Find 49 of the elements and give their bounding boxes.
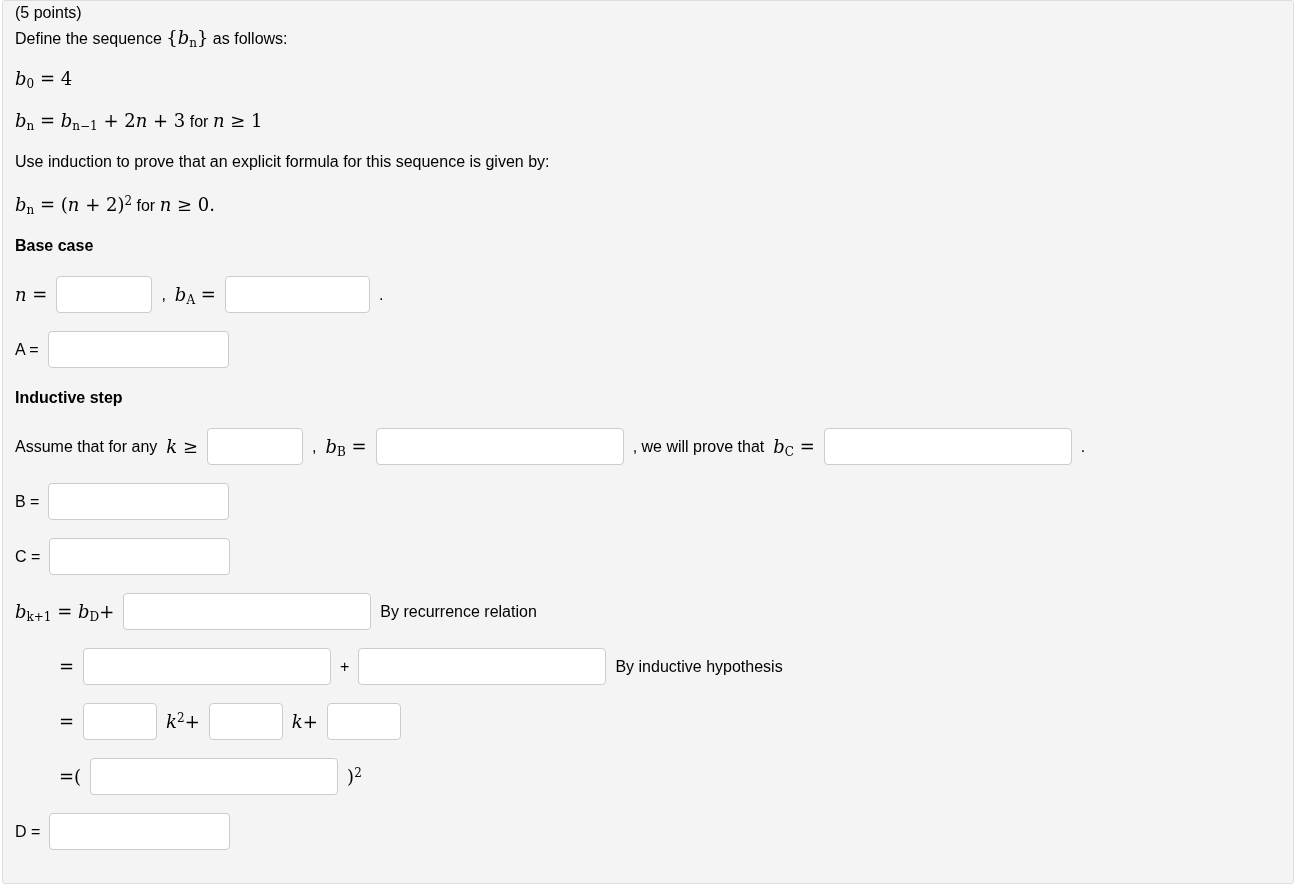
math-expression: =(: [59, 765, 82, 789]
math-expression: k+: [291, 710, 318, 734]
input-field[interactable]: [47, 331, 229, 368]
label-text: .: [378, 284, 384, 305]
input-field[interactable]: [375, 428, 624, 465]
input-field[interactable]: [207, 428, 304, 465]
input-field[interactable]: [83, 703, 158, 740]
input-field[interactable]: [326, 703, 401, 740]
math-expression: b$_{A}$ =: [174, 283, 216, 308]
input-field[interactable]: [83, 648, 332, 685]
paragraph-text: Define the sequence {b$_{n}$} as follows:: [15, 25, 288, 51]
points-label: (5 points): [15, 3, 82, 23]
math-expression: b$_{B}$ =: [325, 435, 367, 460]
paragraph-text: Use induction to prove that an explicit formula for this sequence is given by:: [15, 152, 550, 172]
input-field[interactable]: [358, 648, 607, 685]
label-text: C =: [15, 546, 41, 567]
input-field[interactable]: [49, 538, 231, 575]
input-field[interactable]: [123, 593, 372, 630]
label-text: By inductive hypothesis: [615, 656, 783, 677]
label-text: By recurrence relation: [380, 601, 537, 622]
section-heading: Inductive step: [15, 388, 123, 408]
label-text: ,: [161, 284, 166, 305]
label-text: B =: [15, 491, 40, 512]
label-text: D =: [15, 821, 41, 842]
input-field[interactable]: [823, 428, 1072, 465]
label-text: A =: [15, 339, 39, 360]
math-expression: =: [59, 710, 75, 734]
math-expression: )$^{2}$: [347, 765, 362, 789]
label-text: ,: [312, 436, 317, 457]
math-expression: k ≥: [166, 435, 199, 459]
input-field[interactable]: [48, 483, 230, 520]
input-field[interactable]: [208, 703, 283, 740]
input-field[interactable]: [56, 276, 153, 313]
input-field[interactable]: [49, 813, 231, 850]
paragraph-text: b$_{n}$ = b$_{n−1}$ + 2n + 3 for n ≥ 1: [15, 108, 263, 134]
label-text: .: [1080, 436, 1086, 457]
label-text: Assume that for any: [15, 436, 158, 457]
label-text: , we will prove that: [632, 436, 765, 457]
math-expression: =: [59, 655, 75, 679]
paragraph-text: b$_{n}$ = (n + 2)$^{2}$ for n ≥ 0.: [15, 192, 215, 218]
math-expression: n =: [15, 283, 48, 307]
input-field[interactable]: [224, 276, 370, 313]
input-field[interactable]: [90, 758, 339, 795]
section-heading: Base case: [15, 236, 94, 256]
label-text: +: [340, 656, 350, 677]
math-expression: k$^{2}$+: [166, 710, 200, 734]
math-expression: b$_{k+1}$ = b$_{D}$+: [15, 600, 115, 625]
math-expression: b$_{C}$ =: [773, 435, 815, 460]
paragraph-text: b$_{0}$ = 4: [15, 66, 73, 92]
